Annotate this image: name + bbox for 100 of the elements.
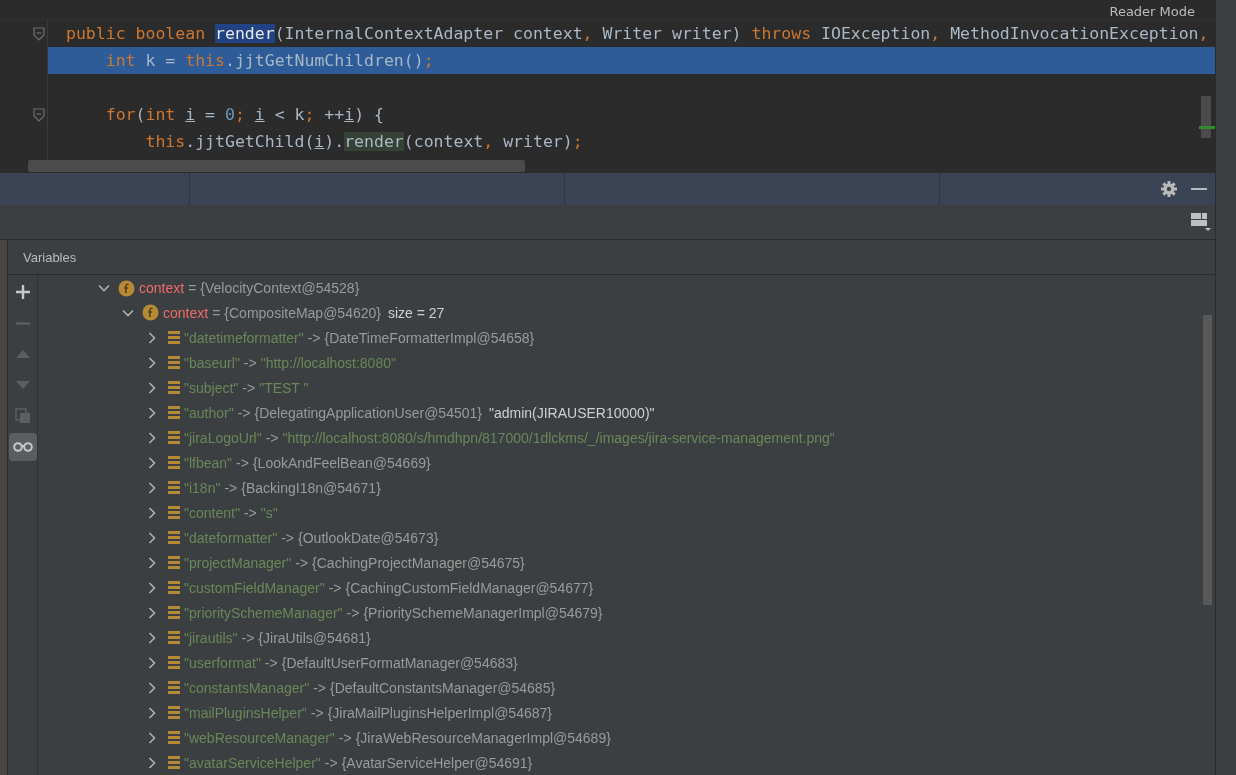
- variable-name: context: [139, 280, 185, 296]
- code-token: i: [314, 132, 325, 151]
- separator: ->: [264, 654, 278, 671]
- list-icon: [168, 506, 180, 519]
- code-token: i: [185, 105, 196, 124]
- variable-value: {OutlookDate@54673}: [298, 529, 439, 546]
- code-token: ) {: [354, 105, 384, 124]
- separator: ->: [307, 329, 321, 346]
- code-token: ;: [234, 105, 246, 124]
- separator: ->: [236, 454, 249, 471]
- code-token: ;: [304, 105, 316, 124]
- variable-value: {CachingProjectManager@54675}: [312, 554, 525, 571]
- variable-value: {VelocityContext@54528}: [200, 280, 360, 296]
- variable-value: {JiraUtils@54681}: [258, 629, 371, 646]
- code-token: public boolean: [66, 24, 207, 43]
- glasses-icon: [12, 442, 33, 452]
- variable-value: {DelegatingApplicationUser@54501}: [254, 404, 482, 421]
- variable-value: "TEST ": [259, 379, 309, 396]
- separator: ->: [338, 729, 352, 746]
- separator: ->: [346, 604, 360, 621]
- code-token: ;: [423, 51, 434, 70]
- separator: ->: [313, 679, 326, 696]
- code-token: (: [135, 105, 146, 124]
- watch-button[interactable]: [8, 433, 37, 461]
- vertical-scrollbar[interactable]: [1201, 96, 1211, 138]
- list-icon: [168, 756, 180, 769]
- separator: ->: [324, 754, 338, 771]
- code-token: ).: [324, 132, 345, 151]
- separator: ->: [241, 629, 255, 646]
- code-token: for: [104, 105, 136, 124]
- variable-value: "s": [260, 504, 278, 521]
- code-token: render: [215, 24, 275, 43]
- list-icon: [168, 631, 180, 644]
- variable-value: {DefaultConstantsManager@54685}: [329, 679, 556, 696]
- variable-name: "dateformatter": [184, 529, 278, 546]
- code-token: Writer writer): [602, 24, 743, 43]
- list-icon: [168, 556, 180, 569]
- minus-icon: [15, 321, 30, 325]
- variable-value: {DateTimeFormatterImpl@54658}: [324, 329, 535, 346]
- reader-mode-link[interactable]: Reader Mode: [1109, 5, 1195, 19]
- settings-icon[interactable]: [1161, 181, 1177, 197]
- code-token: < k: [273, 105, 305, 124]
- code-token: .jjtGetNumChildren(): [225, 51, 424, 70]
- variable-name: "constantsManager": [184, 679, 310, 696]
- variable-name: "content": [184, 504, 240, 521]
- variable-name: "prioritySchemeManager": [184, 604, 343, 621]
- code-token: k =: [145, 51, 177, 70]
- code-token: int: [145, 105, 177, 124]
- variable-name: "i18n": [184, 479, 221, 496]
- variable-detail: size = 27: [388, 304, 445, 321]
- variable-name: "author": [184, 404, 234, 421]
- separator: ->: [310, 704, 324, 721]
- list-icon: [168, 381, 180, 394]
- code-token: this: [185, 51, 225, 70]
- list-icon: [168, 656, 180, 669]
- separator: ->: [295, 554, 309, 571]
- code-token: this: [144, 132, 186, 151]
- code-token: ++: [324, 105, 345, 124]
- variable-value: {JiraMailPluginsHelperImpl@54687}: [327, 704, 552, 721]
- code-token: ,: [483, 132, 495, 151]
- variable-value: {PrioritySchemeManagerImpl@54679}: [363, 604, 603, 621]
- separator: ->: [242, 379, 256, 396]
- variable-value: {CachingCustomFieldManager@54677}: [345, 579, 594, 596]
- variable-value: {DefaultUserFormatManager@54683}: [281, 654, 518, 671]
- horizontal-scrollbar[interactable]: [28, 160, 525, 172]
- list-icon: [168, 706, 180, 719]
- separator: ->: [237, 404, 251, 421]
- variable-name: "datetimeformatter": [184, 329, 304, 346]
- separator: ->: [328, 579, 342, 596]
- variable-name: "lfbean": [184, 454, 233, 471]
- code-token: int: [104, 51, 137, 70]
- separator: =: [188, 280, 197, 296]
- variable-name: "webResourceManager": [184, 729, 335, 746]
- separator: ->: [243, 504, 257, 521]
- separator: =: [212, 304, 221, 321]
- change-marker: [1199, 126, 1215, 129]
- separator: ->: [265, 429, 279, 446]
- fold-marker-icon[interactable]: [33, 26, 45, 41]
- variable-name: "jiraLogoUrl": [184, 429, 262, 446]
- list-icon: [168, 681, 180, 694]
- copy-icon: [14, 408, 31, 424]
- code-token: ,: [930, 24, 942, 43]
- list-icon: [168, 356, 180, 369]
- variable-name: "userformat": [184, 654, 261, 671]
- plus-icon: [15, 285, 30, 299]
- list-icon: [168, 431, 180, 444]
- list-icon: [168, 606, 180, 619]
- layout-icon[interactable]: [1191, 213, 1211, 231]
- variable-detail: "admin(JIRAUSER10000)": [488, 404, 655, 421]
- list-icon: [168, 481, 180, 494]
- code-token: ,: [582, 24, 594, 43]
- variable-name: "customFieldManager": [184, 579, 325, 596]
- code-token: =: [204, 105, 217, 124]
- code-token: ;: [572, 132, 583, 151]
- variable-value: {CompositeMap@54620}: [224, 304, 381, 321]
- fold-marker-icon[interactable]: [33, 107, 45, 122]
- variable-name: "projectManager": [184, 554, 292, 571]
- list-icon: [168, 731, 180, 744]
- list-icon: [168, 531, 180, 544]
- vertical-scrollbar[interactable]: [1203, 315, 1212, 605]
